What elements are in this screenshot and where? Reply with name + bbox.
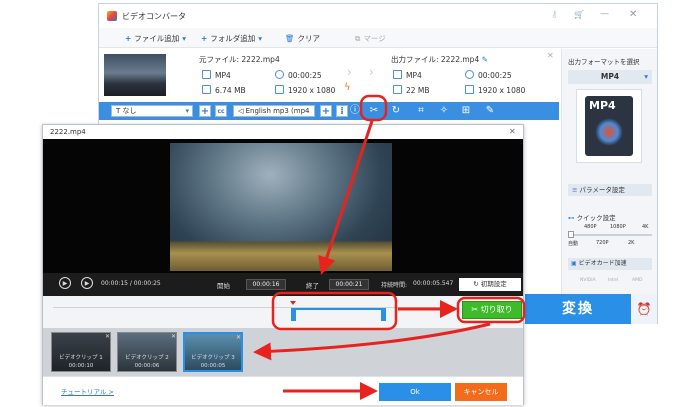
arrow-to-timeline (318, 120, 374, 275)
scissors-highlight (359, 94, 388, 122)
tutorial-annotations (253, 94, 526, 401)
ok-highlight (378, 384, 450, 401)
cut-button-highlight (456, 296, 526, 324)
trim-range-highlight (271, 291, 398, 331)
